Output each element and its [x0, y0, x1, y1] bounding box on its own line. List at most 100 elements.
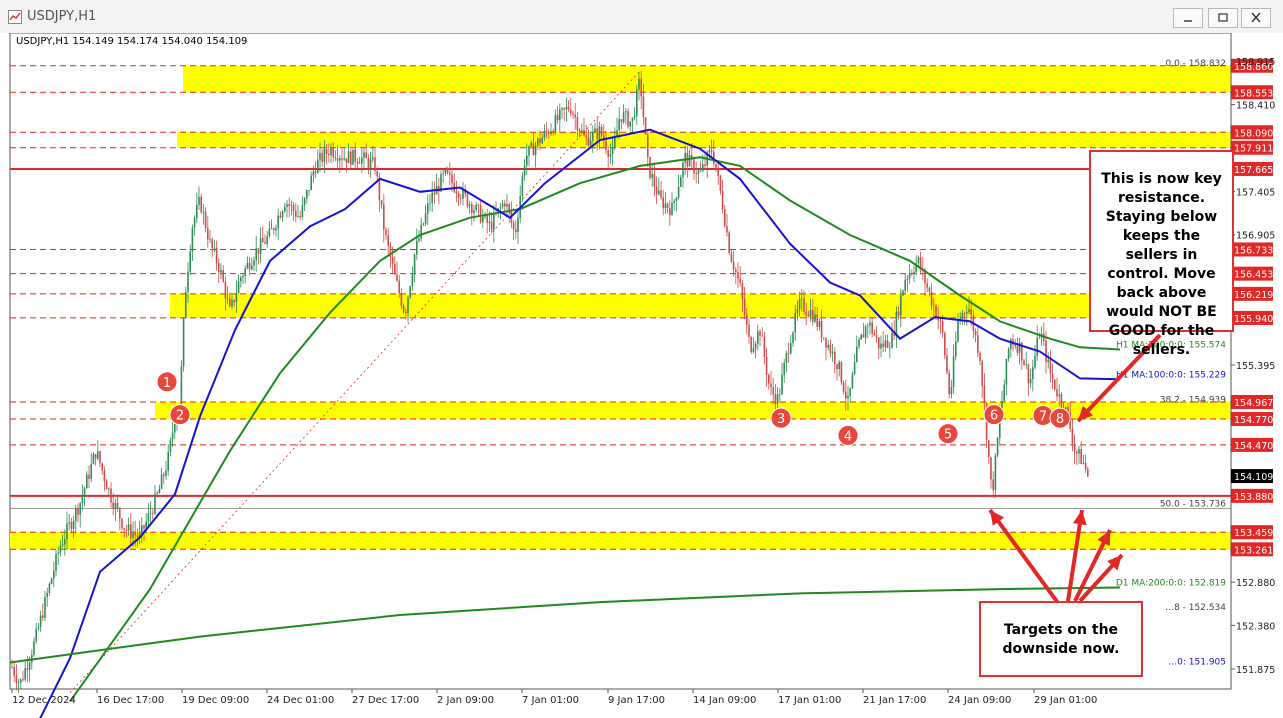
marker-label: 6	[990, 409, 998, 424]
candle-body	[125, 529, 128, 531]
price-tag-label: 154.770	[1234, 415, 1273, 426]
minimize-button[interactable]	[1173, 8, 1203, 28]
candle-body	[875, 335, 878, 338]
candle-body	[996, 438, 999, 456]
candle-body	[523, 165, 526, 176]
candle-body	[242, 275, 244, 278]
x-axis-tick-label: 16 Dec 17:00	[97, 695, 164, 706]
candle-body	[468, 204, 471, 207]
candle-body	[398, 280, 400, 294]
candle-body	[790, 343, 792, 354]
x-axis-tick-label: 24 Dec 01:00	[267, 695, 334, 706]
candle-body	[39, 615, 42, 628]
candle-body	[627, 111, 629, 127]
candle-body	[72, 520, 75, 529]
candle-body	[765, 356, 768, 375]
candle-body	[259, 238, 262, 254]
candle-body	[211, 239, 213, 249]
candle-body	[858, 339, 860, 347]
candle-body	[405, 311, 407, 314]
candle-body	[59, 545, 62, 553]
candle-body	[966, 312, 968, 314]
y-axis-tick-label: 158.915	[1236, 57, 1275, 68]
candle-body	[840, 361, 843, 383]
close-button[interactable]	[1241, 8, 1271, 28]
marker-label: 7	[1039, 410, 1047, 425]
candle-body	[363, 152, 365, 158]
candle-body	[754, 343, 757, 349]
x-axis-tick-label: 24 Jan 09:00	[948, 695, 1011, 706]
marker-label: 2	[176, 409, 184, 424]
candle-body	[682, 162, 684, 178]
moving-average-label: H1 MA:100:0:0: 155.229	[1116, 370, 1226, 380]
candle-body	[1003, 384, 1005, 402]
candle-body	[1045, 340, 1047, 362]
candle-body	[286, 204, 288, 207]
candle-body	[354, 149, 356, 162]
restore-button[interactable]	[1208, 8, 1238, 28]
candle-body	[1010, 339, 1012, 350]
candle-body	[314, 171, 317, 173]
candle-body	[589, 140, 592, 146]
candle-body	[631, 117, 634, 122]
window-titlebar[interactable]: USDJPY,H1	[0, 0, 1283, 35]
candle-body	[413, 254, 416, 275]
price-tag-label: 157.665	[1234, 165, 1273, 176]
candle-body	[273, 228, 275, 231]
candle-body	[1029, 379, 1032, 384]
candle-body	[64, 539, 66, 545]
candle-body	[1051, 373, 1054, 380]
candle-body	[70, 522, 73, 529]
support-resistance-zone	[177, 132, 1231, 148]
candle-body	[248, 262, 251, 270]
candle-body	[649, 156, 651, 178]
candle-body	[869, 322, 871, 326]
candle-body	[880, 343, 882, 349]
candle-body	[127, 524, 130, 531]
candle-body	[1080, 448, 1082, 464]
candle-body	[761, 335, 763, 337]
candle-body	[420, 224, 422, 239]
candle-body	[803, 298, 805, 312]
candle-body	[658, 190, 660, 195]
candle-body	[677, 186, 680, 198]
candle-body	[466, 193, 469, 207]
candle-body	[1058, 394, 1060, 397]
candle-body	[1025, 364, 1027, 366]
candle-body	[873, 333, 876, 336]
candle-body	[809, 310, 812, 317]
candle-body	[968, 309, 970, 313]
candle-body	[642, 96, 645, 118]
candle-body	[651, 173, 653, 178]
candle-body	[537, 138, 539, 146]
candle-body	[295, 210, 297, 217]
candle-body	[22, 679, 24, 681]
candle-body	[266, 236, 268, 244]
candle-body	[752, 348, 755, 352]
candle-body	[794, 313, 796, 333]
candle-body	[15, 675, 18, 683]
candle-body	[182, 318, 185, 367]
candle-body	[455, 191, 458, 194]
candle-body	[306, 190, 308, 199]
candle-body	[937, 318, 939, 321]
x-axis-tick-label: 7 Jan 01:00	[522, 695, 579, 706]
candle-body	[948, 372, 950, 395]
candle-body	[1073, 443, 1076, 452]
candle-body	[218, 263, 220, 273]
candle-body	[209, 239, 211, 240]
candle-body	[1060, 394, 1063, 408]
candle-body	[763, 336, 766, 357]
candle-body	[152, 512, 154, 514]
candle-body	[103, 470, 106, 482]
candle-body	[930, 291, 933, 306]
candle-body	[352, 149, 354, 165]
candle-body	[130, 524, 132, 538]
candle-body	[908, 273, 911, 279]
candle-body	[946, 355, 948, 373]
candle-body	[341, 158, 343, 160]
candle-body	[35, 628, 37, 642]
candle-body	[719, 175, 722, 191]
restore-icon	[1218, 13, 1228, 22]
candle-body	[889, 347, 891, 349]
